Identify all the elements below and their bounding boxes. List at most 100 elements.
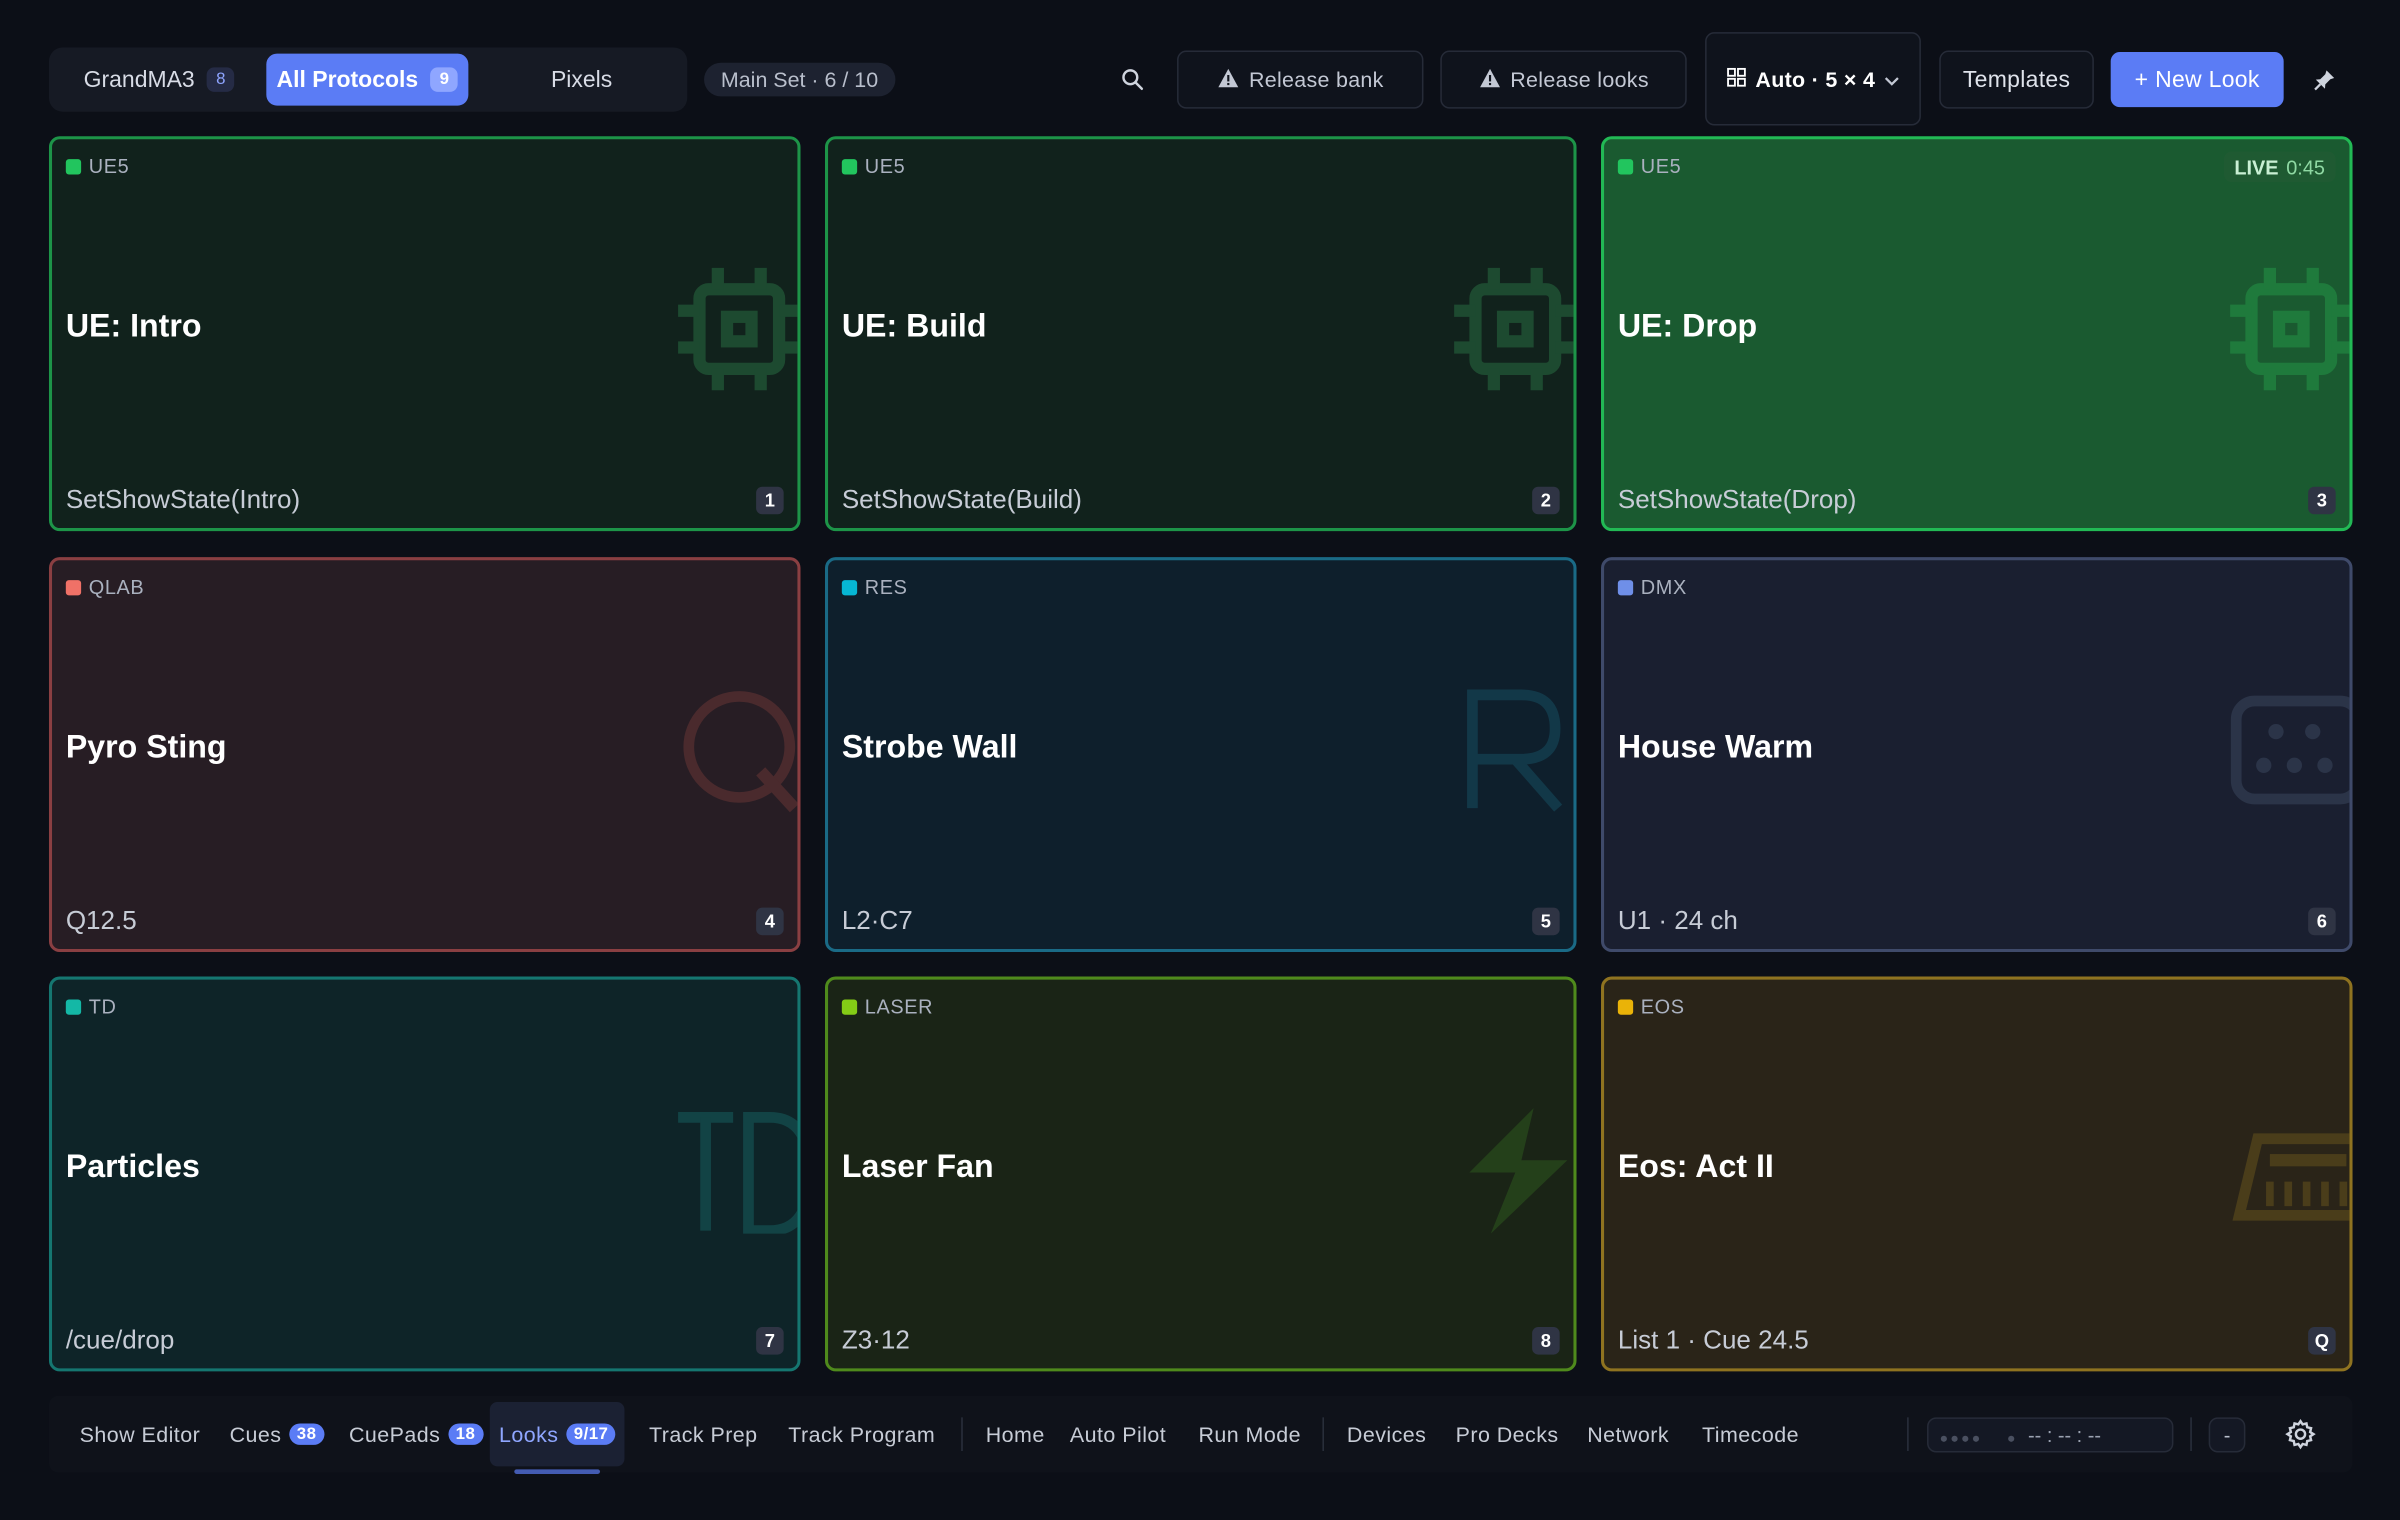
card-protocol: DMX (1617, 576, 1687, 598)
card-subtitle: SetShowState(Intro) (65, 485, 301, 515)
nav-label: Auto Pilot (1069, 1421, 1167, 1447)
nav-label: Devices (1346, 1421, 1427, 1447)
look-card-ue-intro[interactable]: UE5 UE: Intro SetShowState(Intro) 1 (48, 136, 801, 532)
card-key-badge: 8 (1532, 1327, 1560, 1355)
live-badge: LIVE 0:45 (2223, 151, 2336, 183)
nav-count: 38 (289, 1423, 325, 1445)
nav-cuepads[interactable]: CuePads 18 (349, 1396, 483, 1473)
protocol-dot (841, 579, 858, 595)
card-subtitle: /cue/drop (65, 1325, 175, 1355)
card-title: Eos: Act II (1617, 1149, 1774, 1185)
bottom-nav-bar: Show Editor Cues 38 CuePads 18 Looks 9/17 T… (48, 1395, 2353, 1474)
protocol-dot (841, 158, 858, 174)
card-subtitle: Z3·12 (841, 1325, 910, 1355)
timecode-value: -- : -- : -- (2028, 1423, 2101, 1447)
templates-label: Templates (1962, 66, 2071, 93)
look-card-ue-drop[interactable]: UE5 LIVE 0:45 UE: Drop SetShowState(Drop)… (1601, 136, 2353, 532)
look-card-strobe-wall[interactable]: RES Strobe Wall L2·C7 5 (824, 557, 1577, 953)
card-protocol: UE5 (841, 155, 906, 178)
nav-network[interactable]: Network (1587, 1396, 1669, 1473)
look-card-particles[interactable]: TD Particles /cue/drop 7 (48, 976, 801, 1372)
protocol-dot (65, 998, 82, 1015)
new-look-button[interactable]: + New Look (2110, 52, 2284, 108)
nav-timecode[interactable]: Timecode (1702, 1396, 1799, 1473)
td-letters-icon (678, 1105, 798, 1234)
pin-icon[interactable] (2307, 61, 2344, 98)
nav-home[interactable]: Home (986, 1396, 1045, 1473)
look-card-pyro-sting[interactable]: QLAB Pyro Sting Q12.5 4 (48, 557, 801, 953)
protocol-label: UE5 (1640, 154, 1682, 178)
nav-devices[interactable]: Devices (1347, 1396, 1426, 1473)
tab-pixels[interactable]: Pixels (481, 54, 683, 106)
grid-layout-dropdown[interactable]: Auto · 5 × 4 (1705, 32, 1921, 126)
nav-label: CuePads (348, 1421, 441, 1447)
nav-divider (1907, 1417, 1909, 1452)
chip-icon (1454, 265, 1574, 394)
look-card-laser-fan[interactable]: LASER Laser Fan Z3·12 8 (824, 976, 1577, 1372)
tab-grandma3[interactable]: GrandMA3 8 (61, 54, 257, 106)
chevron-down-icon (1884, 67, 1899, 91)
protocol-label: QLAB (88, 575, 145, 599)
protocol-dot (1617, 158, 1634, 174)
tab-all-protocols[interactable]: All Protocols 9 (266, 53, 469, 106)
warning-icon (1217, 67, 1240, 93)
protocol-label: EOS (1640, 994, 1685, 1018)
protocol-label: TD (88, 994, 117, 1018)
card-key-badge: Q (2308, 1327, 2336, 1355)
protocol-label: LASER (864, 994, 934, 1018)
card-key-badge: 2 (1532, 486, 1560, 515)
card-title: Particles (65, 1149, 200, 1185)
card-key-badge: 1 (756, 486, 784, 515)
templates-button[interactable]: Templates (1939, 50, 2094, 109)
card-key-badge: 6 (2308, 907, 2336, 936)
nav-looks[interactable]: Looks 9/17 (489, 1402, 626, 1474)
look-card-house-warm[interactable]: DMX House Warm U1 · 24 ch 6 (1601, 557, 2353, 953)
nav-label: Timecode (1702, 1421, 1800, 1447)
look-card-eos-act-ii[interactable]: EOS Eos: Act II List 1 · Cue 24.5 Q (1601, 976, 2353, 1372)
protocol-dot (65, 579, 82, 595)
chip-icon (678, 265, 798, 394)
card-key-badge: 4 (756, 907, 784, 936)
tab-label: Pixels (550, 66, 613, 93)
grid-icon (1726, 67, 1746, 91)
nav-pro-decks[interactable]: Pro Decks (1456, 1396, 1559, 1473)
nav-show-editor[interactable]: Show Editor (80, 1396, 201, 1473)
card-protocol: QLAB (65, 575, 145, 599)
status-dot-icon (2008, 1423, 2019, 1446)
card-subtitle: U1 · 24 ch (1617, 906, 1738, 936)
nav-label: Track Program (788, 1421, 936, 1447)
timecode-display: -- : -- : -- (1927, 1417, 2174, 1453)
minus-button[interactable]: - (2208, 1417, 2246, 1453)
r-letter-icon (1454, 686, 1573, 815)
nav-track-prep[interactable]: Track Prep (649, 1396, 758, 1473)
nav-run-mode[interactable]: Run Mode (1198, 1396, 1301, 1473)
nav-count: 18 (448, 1423, 483, 1445)
nav-cues[interactable]: Cues 38 (229, 1396, 325, 1473)
card-title: Pyro Sting (65, 730, 227, 766)
nav-divider (1322, 1417, 1324, 1452)
nav-auto-pilot[interactable]: Auto Pilot (1070, 1396, 1166, 1473)
signal-dots-icon (1940, 1423, 1984, 1446)
nav-count: 9/17 (566, 1423, 617, 1445)
gear-icon[interactable] (2282, 1416, 2319, 1453)
grid-mode-label: Auto · 5 × 4 (1755, 66, 1876, 92)
protocol-dot (1617, 579, 1634, 595)
protocol-filter: GrandMA3 8 All Protocols 9 Pixels (48, 47, 688, 112)
release-looks-button[interactable]: Release looks (1440, 50, 1687, 109)
nav-label: Show Editor (79, 1421, 201, 1447)
look-card-ue-build[interactable]: UE5 UE: Build SetShowState(Build) 2 (824, 136, 1577, 532)
lightning-icon (1454, 1105, 1573, 1234)
card-key-badge: 5 (1532, 907, 1560, 936)
protocol-label: UE5 (88, 154, 130, 178)
search-icon[interactable] (1114, 61, 1151, 98)
release-looks-label: Release looks (1510, 67, 1649, 92)
nav-track-program[interactable]: Track Program (788, 1396, 935, 1473)
card-protocol: UE5 (1617, 154, 1682, 178)
dmx-connector-icon (2230, 686, 2350, 815)
release-bank-button[interactable]: Release bank (1177, 50, 1424, 109)
nav-label: Run Mode (1198, 1421, 1302, 1447)
card-subtitle: List 1 · Cue 24.5 (1617, 1325, 1809, 1355)
release-bank-label: Release bank (1248, 67, 1384, 92)
protocol-dot (65, 158, 82, 174)
nav-label: Cues (229, 1421, 282, 1447)
